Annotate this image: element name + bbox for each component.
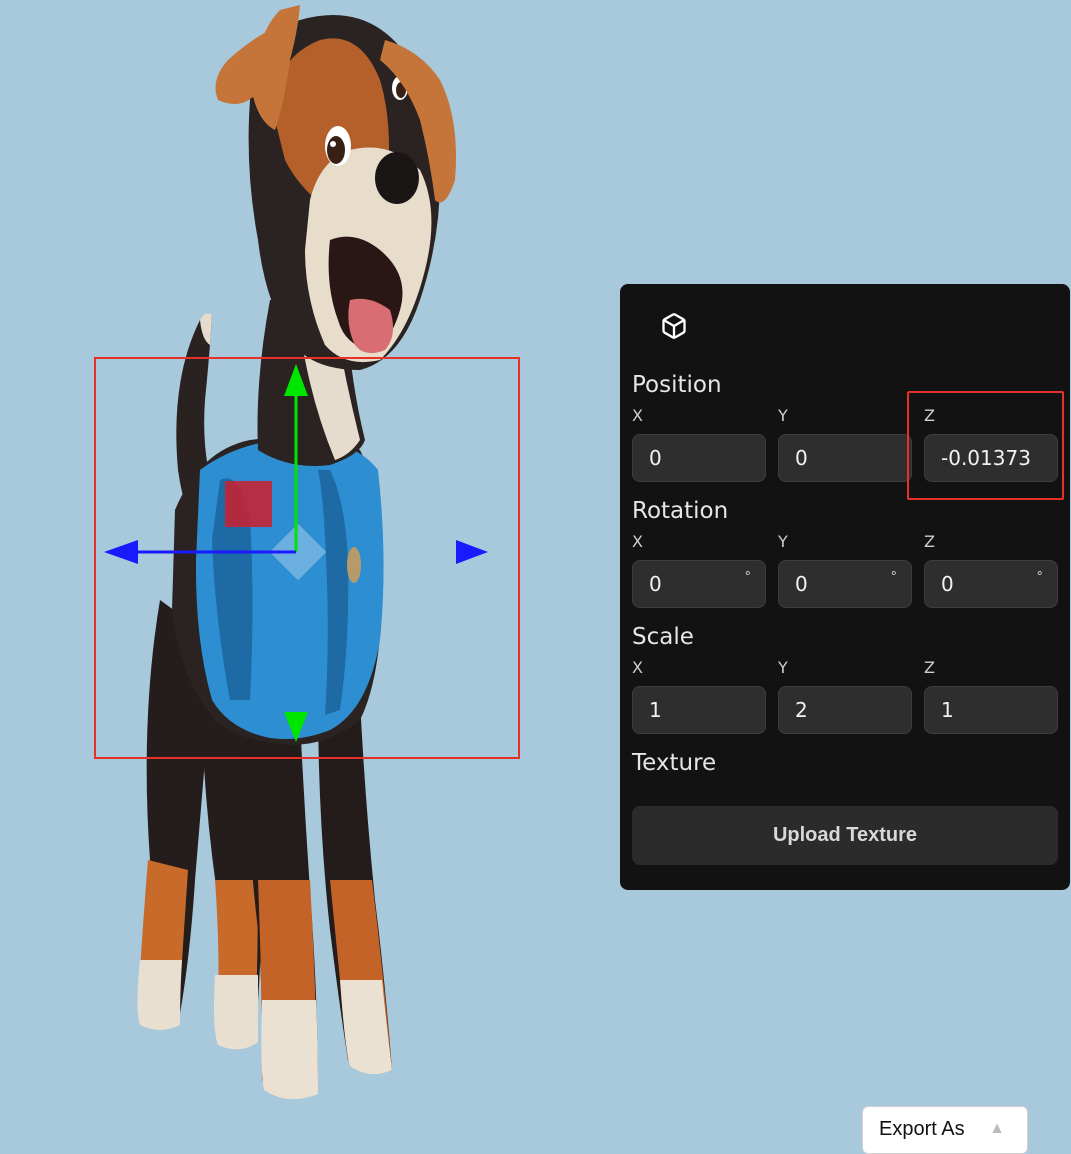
scale-z-label: Z [924, 658, 935, 677]
position-x-label: X [632, 406, 643, 425]
properties-panel: Position X Y Z 0 0 -0.01373 Rotation X Y… [620, 284, 1070, 890]
export-as-label: Export As [879, 1118, 965, 1140]
cube-icon[interactable] [660, 312, 688, 340]
transform-gizmo[interactable] [0, 0, 600, 800]
degree-unit: ° [744, 570, 752, 585]
chevron-up-icon: ▲ [989, 1120, 1005, 1137]
upload-texture-button[interactable]: Upload Texture [632, 806, 1058, 865]
gizmo-plane-handle [225, 481, 272, 527]
gizmo-y-arrow-up [284, 364, 308, 396]
scale-z-input[interactable]: 1 [924, 686, 1058, 734]
position-y-label: Y [778, 406, 788, 425]
rotation-y-value: 0 [795, 572, 808, 596]
scale-label: Scale [632, 624, 694, 650]
rotation-y-input[interactable]: 0 ° [778, 560, 912, 608]
rotation-z-value: 0 [941, 572, 954, 596]
export-as-button[interactable]: Export As ▲ [862, 1106, 1028, 1154]
rotation-label: Rotation [632, 498, 729, 524]
rotation-x-value: 0 [649, 572, 662, 596]
highlight-box [907, 391, 1064, 500]
rotation-z-input[interactable]: 0 ° [924, 560, 1058, 608]
rotation-y-label: Y [778, 532, 788, 551]
gizmo-x-arrow-left [104, 540, 138, 564]
position-x-input[interactable]: 0 [632, 434, 766, 482]
position-label: Position [632, 372, 722, 398]
scale-y-label: Y [778, 658, 788, 677]
scale-x-label: X [632, 658, 643, 677]
texture-label: Texture [632, 750, 717, 776]
rotation-z-label: Z [924, 532, 935, 551]
rotation-x-label: X [632, 532, 643, 551]
gizmo-y-arrow-down [284, 712, 308, 742]
position-y-input[interactable]: 0 [778, 434, 912, 482]
rotation-x-input[interactable]: 0 ° [632, 560, 766, 608]
scale-y-input[interactable]: 2 [778, 686, 912, 734]
degree-unit: ° [890, 570, 898, 585]
gizmo-x-arrow-right [456, 540, 488, 564]
degree-unit: ° [1036, 570, 1044, 585]
scale-x-input[interactable]: 1 [632, 686, 766, 734]
